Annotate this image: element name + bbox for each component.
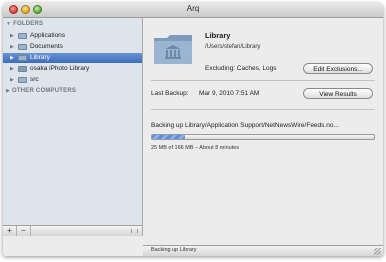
disclosure-closed-icon[interactable]: ▶: [10, 75, 14, 85]
folder-icon: [18, 55, 27, 61]
last-backup-value: Mar 9, 2010 7:51 AM: [199, 90, 260, 97]
sidebar-item-label: src: [30, 76, 39, 83]
window-title: Arq: [186, 4, 200, 13]
item-path: /Users/stefan/Library: [205, 44, 261, 50]
divider: [151, 80, 375, 81]
detail-pane: Library /Users/stefan/Library Excluding:…: [143, 18, 383, 236]
disclosure-open-icon: ▼: [6, 21, 12, 27]
disclosure-closed-icon: ▶: [6, 88, 11, 94]
sidebar-item-label: osaka iPhoto Library: [30, 65, 90, 72]
edit-exclusions-button[interactable]: Edit Exclusions...: [303, 63, 373, 74]
splitter-grip-icon[interactable]: [131, 229, 138, 233]
footer-status: Backing up Library: [151, 247, 197, 253]
sidebar-item-label: Library: [30, 54, 50, 61]
section-other-computers-label: OTHER COMPUTERS: [12, 88, 77, 94]
folder-icon: [18, 66, 27, 72]
section-folders-label: FOLDERS: [13, 21, 44, 27]
backup-status-text: Backing up Library/Application Support/N…: [151, 122, 339, 129]
folder-icon: [18, 77, 27, 83]
sidebar-item-label: Documents: [30, 43, 63, 50]
remove-folder-button[interactable]: −: [17, 226, 31, 236]
progress-detail: 25 MB of 166 MB – About 8 minutes: [151, 145, 240, 151]
last-backup-label: Last Backup:: [151, 90, 189, 97]
sidebar: ▼ FOLDERS ▶ Applications ▶ Documents ▶ Li…: [3, 18, 143, 236]
disclosure-closed-icon[interactable]: ▶: [10, 64, 14, 74]
sidebar-toolbar: + −: [3, 225, 142, 236]
section-other-computers[interactable]: ▶ OTHER COMPUTERS: [6, 88, 76, 94]
section-folders[interactable]: ▼ FOLDERS: [6, 21, 43, 27]
folder-icon: [18, 33, 27, 39]
item-title: Library: [205, 31, 231, 40]
folder-icon: [18, 44, 27, 50]
sidebar-item-osaka-iphoto-library[interactable]: ▶ osaka iPhoto Library: [3, 64, 142, 74]
sidebar-item-label: Applications: [30, 32, 66, 39]
view-results-button[interactable]: View Results: [303, 88, 373, 99]
sidebar-item-documents[interactable]: ▶ Documents: [3, 42, 142, 52]
progress-fill: [152, 135, 186, 139]
divider: [151, 109, 375, 110]
sidebar-item-src[interactable]: ▶ src: [3, 75, 142, 85]
sidebar-item-applications[interactable]: ▶ Applications: [3, 31, 142, 41]
sidebar-item-library[interactable]: ▶ Library: [3, 53, 142, 63]
disclosure-closed-icon[interactable]: ▶: [10, 42, 14, 52]
app-window: Arq ▼ FOLDERS ▶ Applications ▶ Documents …: [3, 3, 383, 256]
resize-grip-icon[interactable]: [374, 248, 381, 255]
status-bar: Backing up Library: [143, 245, 383, 256]
exclusions-text: Excluding: Caches, Logs: [205, 65, 277, 72]
disclosure-closed-icon[interactable]: ▶: [10, 53, 14, 63]
disclosure-closed-icon[interactable]: ▶: [10, 31, 14, 41]
add-folder-button[interactable]: +: [3, 226, 17, 236]
library-folder-icon: [154, 35, 192, 64]
title-bar[interactable]: Arq: [3, 3, 383, 18]
backup-progress-bar: [151, 134, 375, 140]
